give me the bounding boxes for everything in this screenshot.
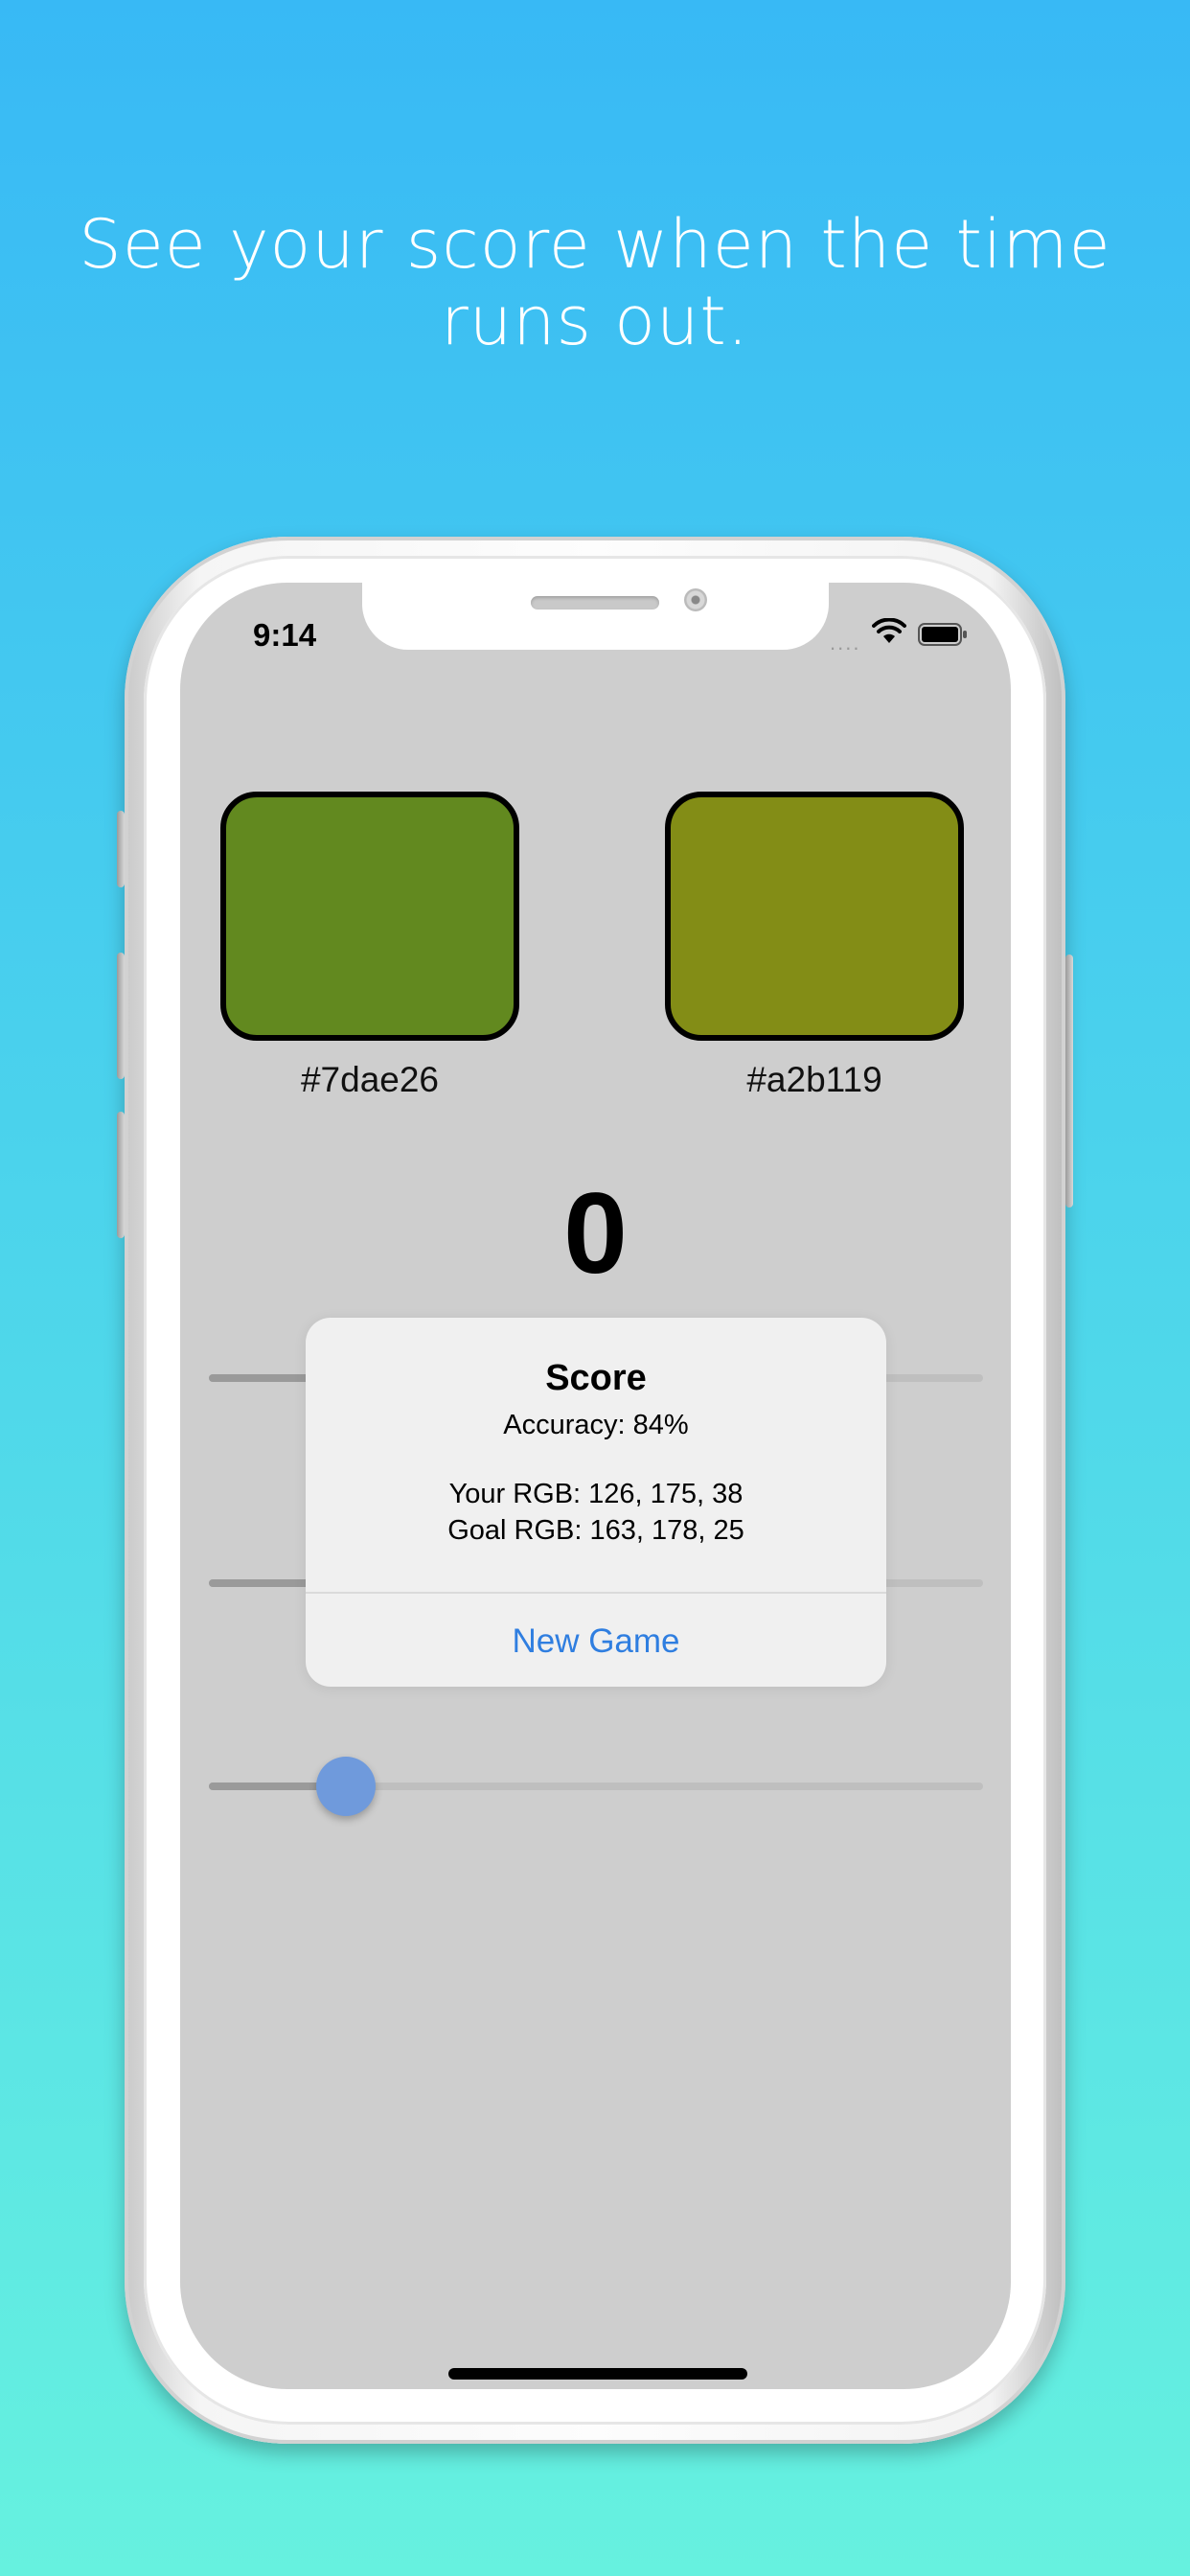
- blue-slider[interactable]: [209, 1757, 983, 1816]
- headline-line-2: runs out.: [440, 282, 750, 360]
- phone-volume-up-button: [117, 953, 125, 1079]
- phone-volume-down-button: [117, 1112, 125, 1238]
- headline-line-1: See your score when the time: [79, 205, 1111, 284]
- headline: See your score when the time runs out.: [0, 206, 1190, 359]
- score-alert: Score Accuracy: 84% Your RGB: 126, 175, …: [306, 1318, 886, 1687]
- phone-power-button: [1065, 954, 1073, 1208]
- new-game-button[interactable]: New Game: [306, 1596, 886, 1687]
- timer-value: 0: [563, 1169, 628, 1298]
- goal-rgb-text: Goal RGB: 163, 178, 25: [447, 1515, 744, 1546]
- cellular-signal-icon: ....: [830, 631, 861, 655]
- alert-divider: [306, 1592, 886, 1594]
- player-color-swatch: [220, 792, 519, 1041]
- battery-icon: [918, 623, 967, 646]
- wifi-icon: [872, 618, 906, 643]
- speaker-grille: [531, 596, 659, 610]
- accuracy-text: Accuracy: 84%: [503, 1410, 689, 1440]
- your-rgb-text: Your RGB: 126, 175, 38: [448, 1479, 744, 1509]
- status-time: 9:14: [253, 617, 317, 653]
- goal-color-hex: #a2b119: [746, 1060, 882, 1099]
- player-color-hex: #7dae26: [300, 1060, 440, 1099]
- alert-title: Score: [545, 1358, 647, 1398]
- front-camera: [684, 588, 707, 611]
- home-indicator[interactable]: [448, 2368, 747, 2380]
- blue-slider-thumb[interactable]: [316, 1757, 376, 1816]
- goal-color-swatch: [665, 792, 964, 1041]
- notch: [362, 583, 829, 650]
- app-screen: 9:14 .... #7dae26 #a2b119 0 Score Accura…: [180, 583, 1011, 2389]
- phone-silent-switch: [117, 811, 125, 887]
